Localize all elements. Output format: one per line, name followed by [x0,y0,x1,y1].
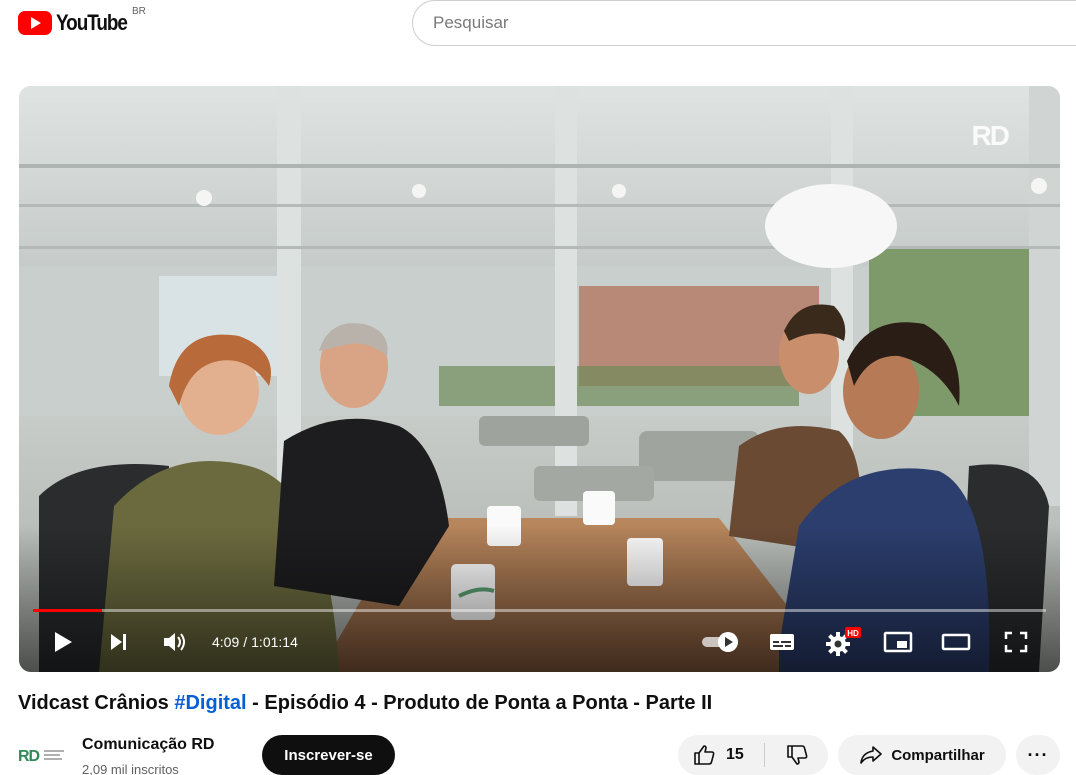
channel-watermark: RD [971,120,1010,151]
player-controls: 4:09 / 1:01:14 HD [19,612,1060,672]
channel-avatar[interactable]: RD [18,746,68,764]
channel-name-link[interactable]: Comunicação RD [82,736,214,754]
channel-logo-text: RD [18,748,40,764]
autoplay-toggle[interactable] [699,626,743,658]
country-code: BR [132,6,146,17]
play-button[interactable] [47,626,79,658]
share-label: Compartilhar [891,746,985,764]
settings-button[interactable]: HD [823,626,863,658]
youtube-logo[interactable]: YouTube [18,10,138,36]
like-button[interactable]: 15 [678,735,764,775]
video-title: Vidcast Crânios #Digital - Episódio 4 - … [18,692,712,715]
like-dislike-group: 15 [678,735,828,775]
thumbs-up-icon [694,745,715,765]
subtitles-button[interactable] [765,626,799,658]
fullscreen-icon [1004,631,1028,653]
theater-button[interactable] [939,626,973,658]
subscribe-button[interactable]: Inscrever-se [262,735,395,775]
subscriber-count: 2,09 mil inscritos [82,762,179,775]
youtube-play-icon [18,11,52,35]
subtitles-icon [770,634,794,650]
autoplay-toggle-icon [702,632,738,652]
video-frame [19,86,1060,672]
time-separator: / [243,634,248,650]
time-display: 4:09 / 1:01:14 [212,634,298,650]
current-time: 4:09 [212,634,240,650]
dislike-button[interactable] [765,735,828,775]
search-placeholder: Pesquisar [433,13,509,32]
play-icon [55,632,72,652]
settings-icon: HD [826,627,861,656]
theater-icon [941,633,971,651]
hd-badge: HD [847,629,859,638]
video-player[interactable]: RD 4:09 / 1:01:14 HD [19,86,1060,672]
volume-icon [164,633,185,651]
title-prefix: Vidcast Crânios [18,692,175,714]
share-arrow-icon [860,746,883,764]
miniplayer-icon [883,631,913,653]
miniplayer-button[interactable] [881,626,915,658]
title-hashtag-link[interactable]: #Digital [174,692,246,714]
title-suffix: - Episódio 4 - Produto de Ponta a Ponta … [246,692,713,714]
more-actions-button[interactable]: ··· [1016,735,1060,775]
youtube-wordmark: YouTube [56,10,128,35]
next-icon [111,634,126,650]
more-dots-icon: ··· [1027,744,1049,765]
search-input[interactable]: Pesquisar [412,0,1076,46]
next-button[interactable] [103,626,135,658]
duration: 1:01:14 [251,634,298,650]
rd-logo-icon: RD [18,748,64,764]
volume-button[interactable] [159,626,191,658]
share-button[interactable]: Compartilhar [838,735,1006,775]
thumbs-down-icon [786,745,807,765]
like-count: 15 [726,746,744,763]
fullscreen-button[interactable] [999,626,1033,658]
